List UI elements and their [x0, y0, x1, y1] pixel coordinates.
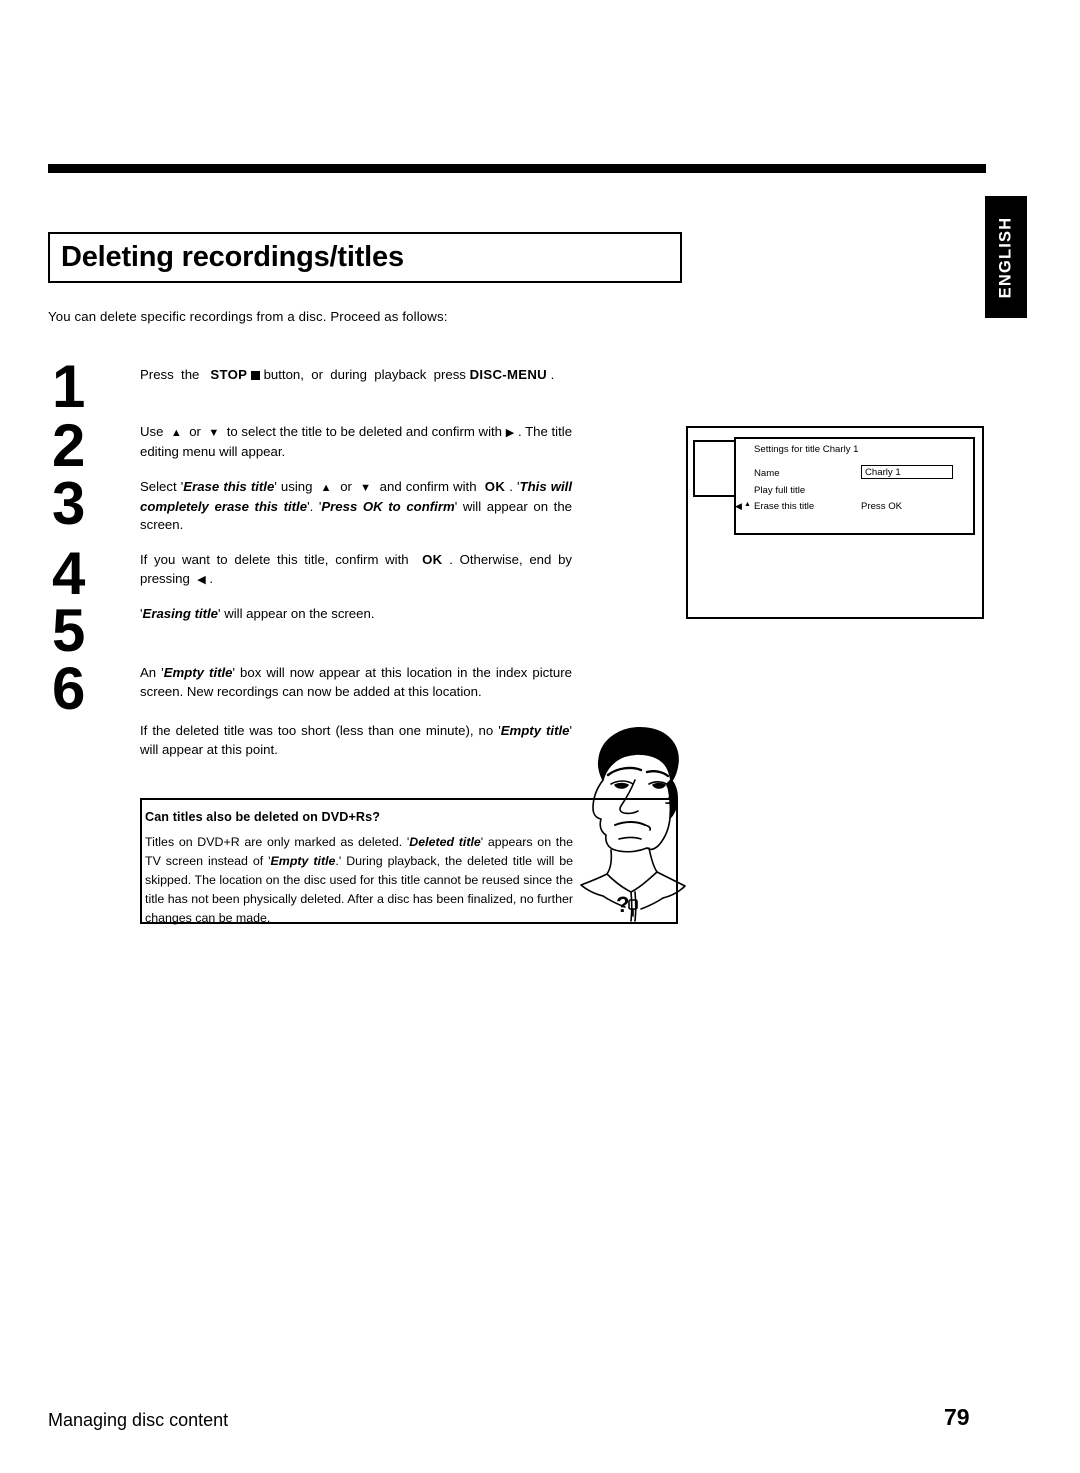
step-text-1: Press the STOP button, or during playbac…: [140, 367, 555, 382]
manual-page: ENGLISH Deleting recordings/titles You c…: [0, 0, 1080, 1473]
page-title-box: Deleting recordings/titles: [48, 232, 682, 283]
step-number-3: 3: [52, 470, 85, 537]
cursor-left-icon: ◀: [735, 501, 742, 511]
faq-question: Can titles also be deleted on DVD+Rs?: [145, 810, 380, 824]
language-tab-label: ENGLISH: [996, 216, 1015, 298]
name-field-value: Charly 1: [865, 467, 901, 478]
step-text-5: 'Erasing title' will appear on the scree…: [140, 606, 375, 621]
page-title: Deleting recordings/titles: [61, 241, 404, 273]
cursor-up-icon: ▲: [744, 501, 751, 508]
language-tab: ENGLISH: [985, 196, 1027, 318]
menu-item-erase-action: Press OK: [861, 501, 903, 512]
menu-title: Settings for title Charly 1: [754, 444, 859, 455]
step-number-5: 5: [52, 597, 85, 664]
menu-item-erase-this-title[interactable]: Erase this title: [754, 501, 814, 512]
header-rule: [48, 164, 986, 173]
step-number-1: 1: [52, 353, 85, 420]
menu-item-play-full-title[interactable]: Play full title: [754, 485, 805, 496]
menu-item-name-label: Name: [754, 468, 780, 479]
step-number-6: 6: [52, 655, 85, 722]
step-text-6: An 'Empty title' box will now appear at …: [140, 665, 572, 699]
footer-page-number: 79: [944, 1404, 970, 1430]
step-text-6-continued: If the deleted title was too short (less…: [140, 723, 572, 757]
step-number-4: 4: [52, 540, 85, 607]
step-text-2: Use ▲ or ▼ to select the title to be del…: [140, 424, 573, 459]
step-text-3: Select 'Erase this title' using ▲ or ▼ a…: [140, 479, 573, 532]
intro-paragraph: You can delete specific recordings from …: [48, 309, 448, 324]
step-text-4: If you want to delete this title, confir…: [140, 552, 573, 586]
cartoon-question-mark: ?: [616, 892, 630, 917]
footer-section-label: Managing disc content: [48, 1410, 229, 1430]
cartoon-man-illustration: [575, 722, 699, 927]
faq-answer: Titles on DVD+R are only marked as delet…: [145, 835, 574, 925]
step-number-2: 2: [52, 412, 85, 479]
